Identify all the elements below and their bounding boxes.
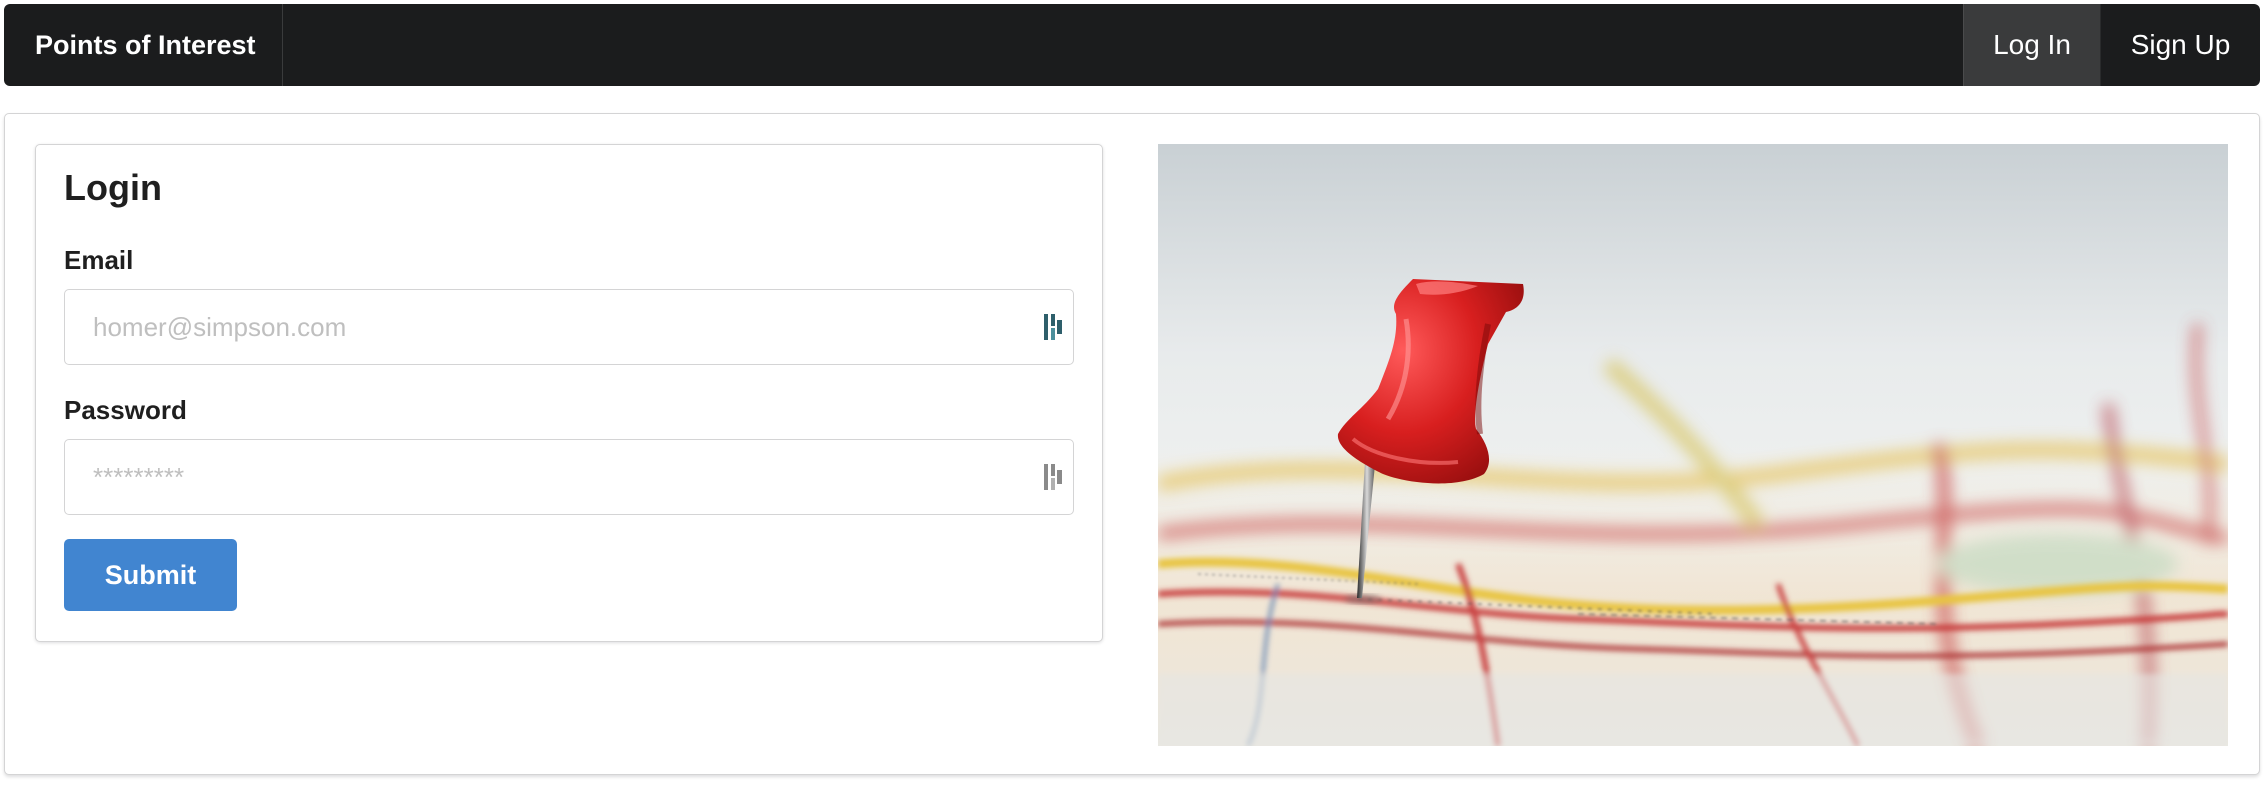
email-field[interactable]	[65, 290, 1073, 364]
pushpin-map-illustration	[1158, 144, 2228, 746]
login-card: Login Email Password	[35, 144, 1103, 642]
email-label: Email	[64, 245, 134, 275]
login-nav-item[interactable]: Log In	[1963, 4, 2101, 86]
password-field-wrapper	[64, 439, 1074, 515]
password-manager-icon[interactable]	[1041, 310, 1067, 344]
submit-button[interactable]: Submit	[64, 539, 237, 611]
password-field[interactable]	[65, 440, 1073, 514]
main-segment: Login Email Password	[4, 113, 2260, 775]
brand-title[interactable]: Points of Interest	[4, 4, 283, 86]
navbar-spacer	[283, 4, 1963, 86]
password-manager-icon[interactable]	[1041, 460, 1067, 494]
password-label: Password	[64, 395, 187, 425]
top-navbar: Points of Interest Log In Sign Up	[4, 4, 2260, 86]
email-field-wrapper	[64, 289, 1074, 365]
pushpin-map-photo	[1158, 144, 2228, 746]
signup-nav-item[interactable]: Sign Up	[2101, 4, 2260, 86]
login-title: Login	[64, 167, 162, 208]
